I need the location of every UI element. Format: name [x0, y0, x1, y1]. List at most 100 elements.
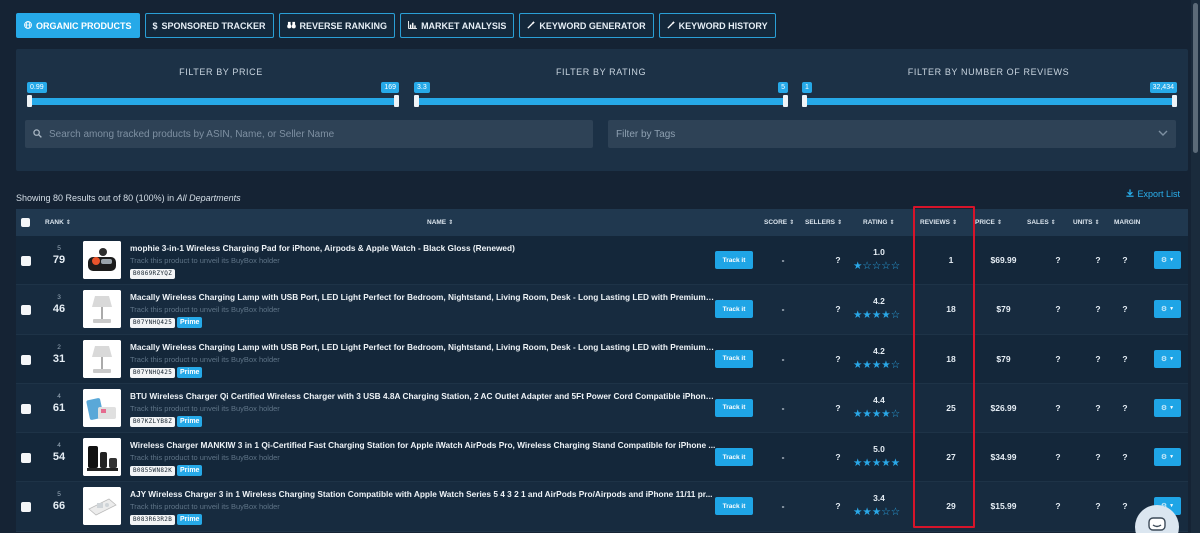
- reviews-slider-track[interactable]: [802, 98, 1177, 105]
- product-thumbnail[interactable]: [83, 339, 121, 378]
- caret-down-icon: ▼: [1169, 404, 1175, 411]
- export-list-button[interactable]: Export List: [1126, 189, 1180, 199]
- star-filled-icon: ★: [890, 457, 901, 470]
- star-filled-icon: ★: [881, 358, 891, 371]
- sort-icon: ⇕: [789, 220, 795, 226]
- rating-slider-max-handle[interactable]: [783, 95, 788, 107]
- product-name[interactable]: mophie 3-in-1 Wireless Charging Pad for …: [130, 243, 515, 253]
- table-row[interactable]: 4 54 Wireless Charger MANKIW 3 in 1 Qi-Cer…: [16, 433, 1188, 483]
- export-list-label: Export List: [1137, 189, 1180, 199]
- col-margin: MARGIN: [1114, 209, 1140, 236]
- row-actions-button[interactable]: ⚙▼: [1154, 349, 1181, 368]
- track-it-button[interactable]: Track it: [715, 349, 753, 368]
- table-row[interactable]: 4 61 BTU Wireless Charger Qi Certified Wir…: [16, 383, 1188, 434]
- tab-keyword-generator[interactable]: KEYWORD GENERATOR: [519, 13, 654, 38]
- col-rating[interactable]: RATING ⇕: [863, 209, 894, 236]
- product-thumbnail[interactable]: [83, 290, 121, 329]
- table-row[interactable]: 2 31 Macally Wireless Charging Lamp with U…: [16, 334, 1188, 384]
- row-actions-button[interactable]: ⚙▼: [1154, 300, 1181, 319]
- magic-wand-icon: [527, 20, 536, 31]
- tab-organic-products[interactable]: ORGANIC PRODUCTS: [16, 13, 140, 38]
- price-value: $69.99: [990, 255, 1017, 265]
- page-scrollbar[interactable]: [1191, 0, 1200, 533]
- units-value: ?: [1095, 353, 1101, 364]
- col-price[interactable]: PRICE ⇕: [975, 209, 1002, 236]
- table-row[interactable]: 5 66 AJY Wireless Charger 3 in 1 Wireless …: [16, 482, 1188, 532]
- asin-badge[interactable]: B083R63R2B: [130, 515, 176, 526]
- product-name[interactable]: Macally Wireless Charging Lamp with USB …: [130, 342, 716, 352]
- rating-slider[interactable]: 3.3 5: [414, 82, 788, 112]
- row-checkbox[interactable]: [21, 256, 31, 266]
- col-name[interactable]: NAME ⇕: [427, 209, 453, 236]
- product-thumbnail[interactable]: [83, 388, 121, 427]
- product-thumbnail[interactable]: [83, 487, 121, 526]
- prime-badge: Prime: [177, 366, 203, 378]
- price-slider-min-handle[interactable]: [27, 95, 32, 107]
- table-body: 5 79 mophie 3-in-1 Wireless Charging Pad f…: [16, 236, 1188, 532]
- scrollbar-thumb[interactable]: [1193, 3, 1198, 153]
- rating-slider-min-handle[interactable]: [414, 95, 419, 107]
- tab-market-analysis[interactable]: MARKET ANALYSIS: [400, 13, 515, 38]
- star-empty-icon: ☆: [890, 407, 901, 420]
- table-row[interactable]: 3 46 Macally Wireless Charging Lamp with U…: [16, 285, 1188, 335]
- row-checkbox[interactable]: [21, 354, 31, 365]
- track-it-button[interactable]: Track it: [715, 497, 753, 516]
- reviews-slider-max-handle[interactable]: [1172, 95, 1177, 107]
- row-actions-button[interactable]: ⚙▼: [1154, 251, 1181, 269]
- tag-filter-select[interactable]: Filter by Tags: [608, 120, 1176, 148]
- table-row[interactable]: 5 79 mophie 3-in-1 Wireless Charging Pad f…: [16, 236, 1188, 286]
- prime-badge: Prime: [177, 415, 203, 427]
- rating-value: 3.4: [873, 493, 885, 504]
- col-rank[interactable]: RANK ⇕: [45, 209, 71, 236]
- tab-keyword-history[interactable]: KEYWORD HISTORY: [658, 13, 776, 38]
- reviews-value: 1: [948, 255, 954, 265]
- track-it-button[interactable]: Track it: [715, 448, 753, 467]
- col-sales[interactable]: SALES ⇕: [1027, 209, 1056, 236]
- row-checkbox[interactable]: [21, 403, 31, 414]
- tab-label: KEYWORD GENERATOR: [539, 20, 646, 31]
- tab-reverse-ranking[interactable]: REVERSE RANKING: [278, 13, 396, 38]
- col-units[interactable]: UNITS ⇕: [1073, 209, 1100, 236]
- asin-badge[interactable]: B0869RZYQZ: [130, 269, 176, 279]
- col-units-label: UNITS: [1073, 219, 1093, 226]
- rating-value: 4.2: [873, 345, 885, 356]
- asin-badge[interactable]: B07KZLYB8Z: [130, 416, 176, 427]
- product-name[interactable]: AJY Wireless Charger 3 in 1 Wireless Cha…: [130, 489, 712, 499]
- filter-rating-title: FILTER BY RATING: [555, 67, 647, 77]
- asin-badge[interactable]: B0855WN82K: [130, 466, 176, 477]
- row-checkbox[interactable]: [21, 305, 31, 316]
- select-all-checkbox[interactable]: [21, 218, 30, 227]
- star-filled-icon: ★: [871, 309, 882, 322]
- asin-badge[interactable]: B07YNHQ425: [130, 367, 176, 378]
- prime-badge: Prime: [177, 514, 203, 526]
- select-all-checkbox-cell[interactable]: [21, 209, 30, 236]
- price-slider-max-handle[interactable]: [394, 95, 399, 107]
- search-box[interactable]: [25, 120, 593, 148]
- track-it-button[interactable]: Track it: [715, 251, 753, 269]
- rating-slider-track[interactable]: [414, 98, 788, 105]
- reviews-slider[interactable]: 1 32,434: [802, 82, 1177, 112]
- asin-badge[interactable]: B07YNHQ425: [130, 318, 176, 329]
- gear-icon: ⚙: [1160, 355, 1168, 363]
- row-actions-button[interactable]: ⚙▼: [1154, 448, 1181, 467]
- row-actions-button[interactable]: ⚙▼: [1154, 398, 1181, 417]
- star-filled-icon: ★: [862, 309, 872, 322]
- col-score[interactable]: SCORE ⇕: [764, 209, 794, 236]
- tab-sponsored-tracker[interactable]: $ SPONSORED TRACKER: [144, 13, 274, 38]
- product-thumbnail[interactable]: [83, 438, 121, 477]
- product-thumbnail[interactable]: [83, 241, 121, 279]
- col-sellers[interactable]: SELLERS ⇕: [805, 209, 842, 236]
- reviews-slider-min-handle[interactable]: [802, 95, 807, 107]
- track-it-button[interactable]: Track it: [715, 398, 753, 417]
- row-checkbox[interactable]: [21, 502, 31, 513]
- search-input[interactable]: [49, 128, 569, 140]
- product-name[interactable]: BTU Wireless Charger Qi Certified Wirele…: [130, 391, 716, 401]
- col-reviews[interactable]: REVIEWS ⇕: [920, 209, 957, 236]
- row-checkbox[interactable]: [21, 453, 31, 464]
- track-it-button[interactable]: Track it: [715, 300, 753, 319]
- price-slider[interactable]: 0.99 169: [27, 82, 399, 112]
- product-name[interactable]: Macally Wireless Charging Lamp with USB …: [130, 292, 716, 302]
- sellers-value: ?: [835, 255, 841, 265]
- price-slider-track[interactable]: [27, 98, 399, 105]
- product-name[interactable]: Wireless Charger MANKIW 3 in 1 Qi-Certif…: [130, 440, 715, 450]
